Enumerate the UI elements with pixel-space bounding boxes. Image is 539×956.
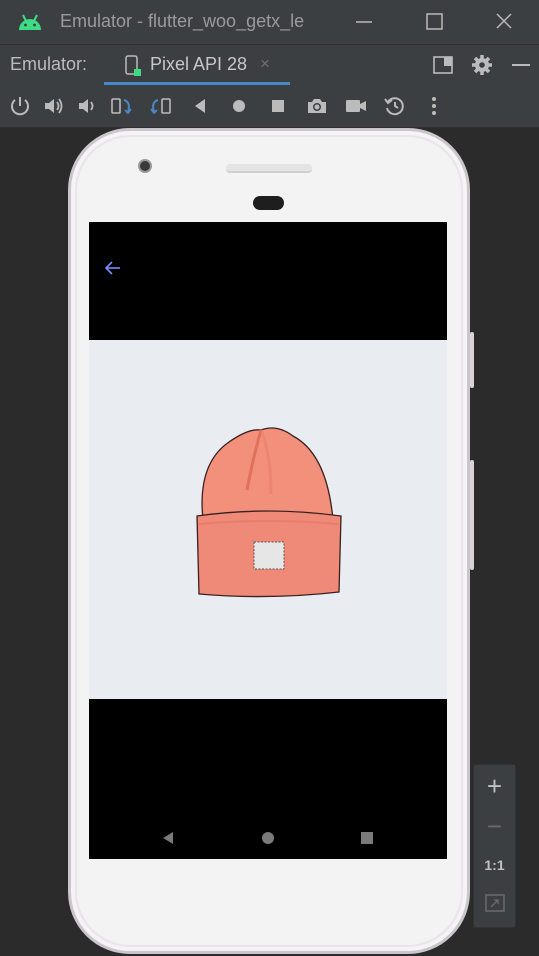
nav-back-icon[interactable] <box>160 830 176 846</box>
nav-home-icon[interactable] <box>260 830 276 846</box>
window-title: Emulator - flutter_woo_getx_le <box>60 11 305 31</box>
zoom-controls: + − 1:1 <box>473 764 516 928</box>
home-icon[interactable] <box>227 94 251 118</box>
zoom-fit-button[interactable] <box>474 893 515 918</box>
emulator-toolbar <box>0 85 539 128</box>
phone-frame <box>68 128 470 954</box>
hide-panel-icon[interactable] <box>509 53 533 77</box>
tab-label: Pixel API 28 <box>150 54 248 74</box>
snapshot-icon[interactable] <box>383 94 407 118</box>
device-screen[interactable] <box>89 222 447 859</box>
volume-up-icon[interactable] <box>42 94 66 118</box>
volume-side-button <box>470 460 474 570</box>
emulator-tab-bar: Emulator: Pixel API 28 × <box>0 44 539 85</box>
screenshot-icon[interactable] <box>305 94 329 118</box>
fit-screen-icon <box>484 894 505 912</box>
gear-icon[interactable] <box>470 53 494 77</box>
layout-icon[interactable] <box>431 53 455 77</box>
back-icon[interactable] <box>188 94 212 118</box>
minimize-icon[interactable] <box>348 8 378 36</box>
app-bar <box>89 222 447 340</box>
tab-pixel-api-28[interactable]: Pixel API 28 × <box>104 45 290 85</box>
arrow-back-icon[interactable] <box>103 258 123 278</box>
title-bar: Emulator - flutter_woo_getx_le <box>0 0 539 44</box>
volume-down-icon[interactable] <box>76 94 100 118</box>
beanie-hat-image <box>196 427 342 598</box>
power-icon[interactable] <box>8 94 32 118</box>
zoom-in-button[interactable]: + <box>474 771 515 802</box>
device-icon <box>125 55 141 76</box>
rotate-right-icon[interactable] <box>148 94 172 118</box>
rotate-left-icon[interactable] <box>110 94 134 118</box>
more-icon[interactable] <box>422 94 446 118</box>
proximity-sensor <box>253 196 284 210</box>
record-icon[interactable] <box>344 94 368 118</box>
maximize-icon[interactable] <box>419 8 449 36</box>
power-side-button <box>470 332 474 388</box>
overview-icon[interactable] <box>266 94 290 118</box>
close-icon[interactable] <box>489 8 519 36</box>
nav-overview-icon[interactable] <box>359 830 375 846</box>
front-camera <box>138 159 152 173</box>
earpiece-speaker <box>226 164 312 173</box>
zoom-actual-size-button[interactable]: 1:1 <box>474 857 515 873</box>
zoom-out-button[interactable]: − <box>474 811 515 842</box>
android-nav-bar <box>89 699 447 859</box>
tab-close-icon[interactable]: × <box>260 54 270 74</box>
emulator-label: Emulator: <box>10 54 88 74</box>
android-icon <box>19 14 41 30</box>
product-image-area[interactable] <box>89 340 447 699</box>
